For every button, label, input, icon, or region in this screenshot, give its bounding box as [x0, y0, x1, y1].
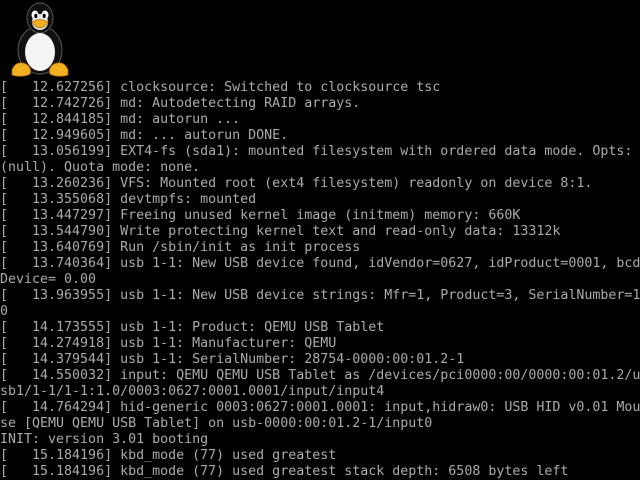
console-line: [ 14.550032] input: QEMU QEMU USB Tablet…: [0, 368, 640, 383]
console-line: sb1/1-1/1-1:1.0/0003:0627:0001.0001/inpu…: [0, 384, 385, 399]
console-line: [ 13.355068] devtmpfs: mounted: [0, 192, 257, 207]
console-line: [ 15.184196] kbd_mode (77) used greatest: [0, 448, 337, 463]
console-line: [ 14.173555] usb 1-1: Product: QEMU USB …: [0, 320, 385, 335]
console-line: [ 15.184196] kbd_mode (77) used greatest…: [0, 464, 569, 479]
console-line: [ 13.544790] Write protecting kernel tex…: [0, 224, 561, 239]
console-line: se [QEMU QEMU USB Tablet] on usb-0000:00…: [0, 416, 433, 431]
console-line: [ 13.447297] Freeing unused kernel image…: [0, 208, 521, 223]
console-line: (null). Quota mode: none.: [0, 160, 201, 175]
console-line: [ 14.379544] usb 1-1: SerialNumber: 2875…: [0, 352, 465, 367]
console-line: [ 12.742726] md: Autodetecting RAID arra…: [0, 96, 361, 111]
console-line: [ 13.740364] usb 1-1: New USB device fou…: [0, 256, 640, 271]
console-line: [ 14.274918] usb 1-1: Manufacturer: QEMU: [0, 336, 337, 351]
console-line: [ 13.963955] usb 1-1: New USB device str…: [0, 288, 640, 303]
console-line: [ 13.640769] Run /sbin/init as init proc…: [0, 240, 361, 255]
console-line: [ 14.764294] hid-generic 0003:0627:0001.…: [0, 400, 640, 415]
console-line: [ 12.949605] md: ... autorun DONE.: [0, 128, 289, 143]
console-line: 0: [0, 304, 9, 319]
console-line: Device= 0.00: [0, 272, 97, 287]
console-line: [ 12.844185] md: autorun ...: [0, 112, 241, 127]
console-line: [ 13.056199] EXT4-fs (sda1): mounted fil…: [0, 144, 633, 159]
tux-penguin-icon: [6, 0, 74, 80]
console-output: [ 12.627256] clocksource: Switched to cl…: [0, 80, 640, 480]
console-line: INIT: version 3.01 booting: [0, 432, 209, 447]
console-line: [ 13.260236] VFS: Mounted root (ext4 fil…: [0, 176, 593, 191]
console-screen[interactable]: [ 12.627256] clocksource: Switched to cl…: [0, 0, 640, 480]
console-line: [ 12.627256] clocksource: Switched to cl…: [0, 80, 441, 95]
